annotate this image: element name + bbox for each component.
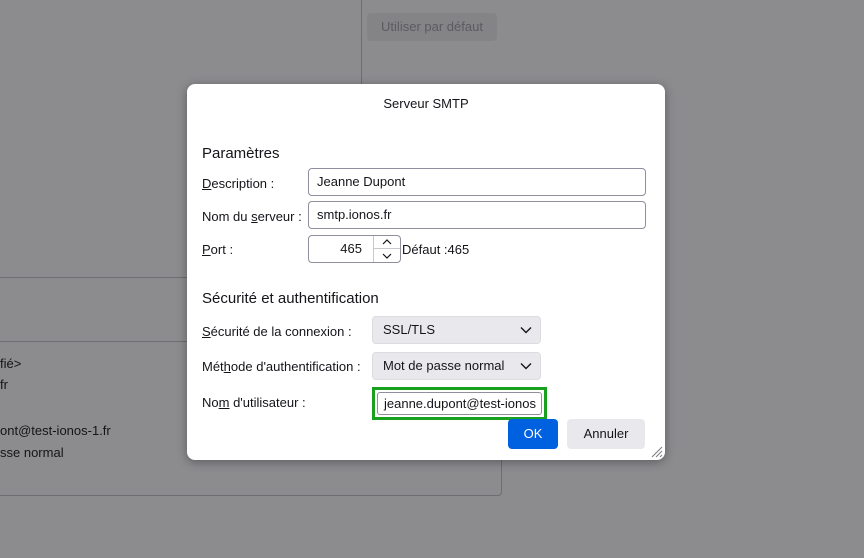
port-default-text: Défaut :465 (402, 242, 470, 257)
dialog-title: Serveur SMTP (383, 96, 469, 111)
security-section-title: Sécurité et authentification (202, 290, 379, 307)
username-label: Nom d'utilisateur : (202, 395, 306, 410)
chevron-down-icon (382, 253, 392, 259)
port-label: Port : (202, 242, 234, 257)
chevron-down-icon (520, 363, 532, 370)
description-label: Description : (202, 176, 275, 191)
settings-section-title: Paramètres (202, 145, 280, 162)
port-value: 465 (340, 241, 362, 256)
port-stepper[interactable]: 465 (308, 235, 401, 263)
background-text: ont@test-ionos-1.fr (0, 423, 111, 438)
server-name-label: Nom du serveur : (202, 209, 302, 224)
username-field[interactable]: jeanne.dupont@test-ionos (377, 392, 542, 415)
ok-button[interactable]: OK (508, 419, 558, 449)
resize-grip-icon[interactable] (649, 444, 663, 458)
port-decrement-button[interactable] (374, 249, 400, 262)
port-increment-button[interactable] (374, 236, 400, 249)
background-divider (361, 0, 362, 84)
smtp-server-dialog: Serveur SMTP Paramètres Description : Je… (187, 84, 665, 460)
use-default-button: Utiliser par défaut (367, 13, 497, 41)
connection-security-value: SSL/TLS (383, 322, 436, 337)
chevron-down-icon (520, 327, 532, 334)
auth-method-select[interactable]: Mot de passe normal (372, 352, 541, 380)
port-stepper-buttons (373, 236, 400, 262)
description-field[interactable]: Jeanne Dupont (308, 168, 646, 196)
background-text: sse normal (0, 445, 64, 460)
username-field-highlight: jeanne.dupont@test-ionos (372, 387, 547, 420)
background-text: fr (0, 377, 8, 392)
cancel-button[interactable]: Annuler (567, 419, 645, 449)
auth-method-value: Mot de passe normal (383, 358, 505, 373)
connection-security-select[interactable]: SSL/TLS (372, 316, 541, 344)
chevron-up-icon (382, 239, 392, 245)
server-name-field[interactable]: smtp.ionos.fr (308, 201, 646, 229)
background-divider (0, 277, 187, 278)
auth-method-label: Méthode d'authentification : (202, 359, 361, 374)
connection-security-label: Sécurité de la connexion : (202, 324, 352, 339)
background-text: fié> (0, 356, 22, 371)
